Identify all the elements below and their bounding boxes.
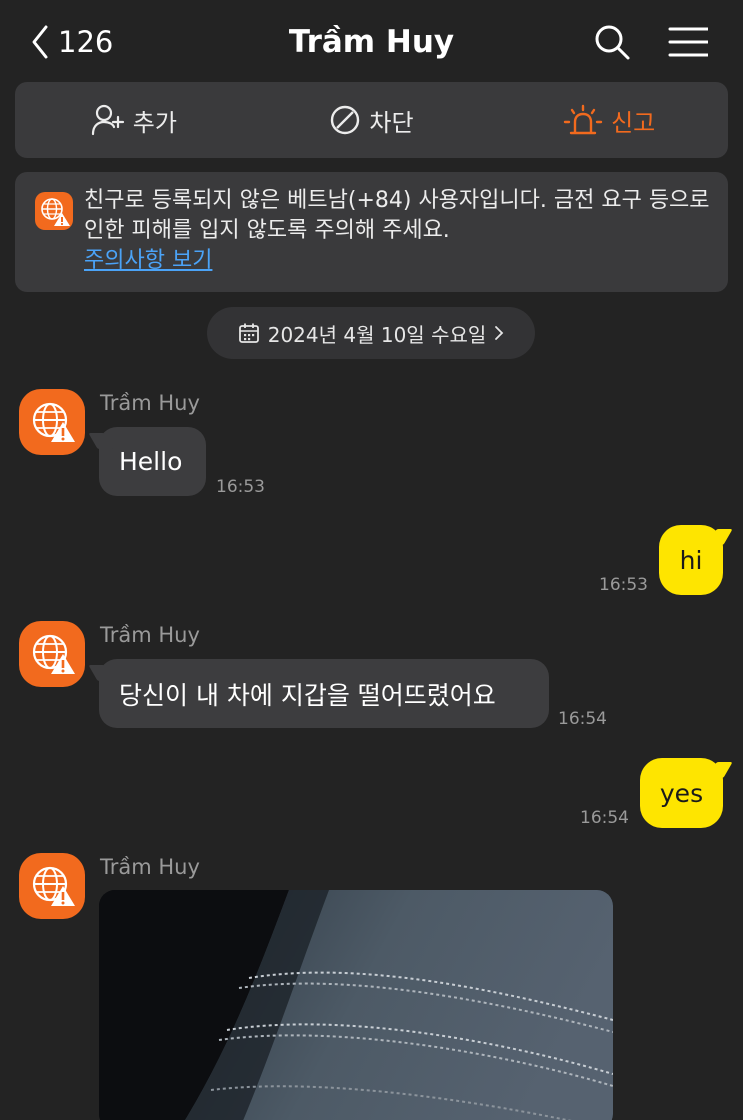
sender-avatar[interactable] [19, 621, 85, 687]
report-button[interactable]: 신고 [490, 82, 728, 158]
chat-header: 126 Trầm Huy [0, 0, 743, 82]
block-label: 차단 [369, 108, 414, 137]
globe-warning-icon [32, 634, 75, 674]
message-time: 16:54 [558, 709, 607, 729]
car-seat-photo [99, 890, 613, 1120]
search-icon [595, 25, 630, 60]
globe-warning-icon [32, 402, 75, 442]
message-text: yes [659, 778, 704, 808]
globe-warning-icon [32, 866, 75, 906]
friend-action-bar: 추가 차단 신고 [15, 82, 728, 158]
sender-name: Trầm Huy [100, 855, 200, 879]
message-time: 16:53 [599, 575, 648, 595]
message-time: 16:54 [580, 808, 629, 828]
block-button[interactable]: 차단 [253, 82, 491, 158]
notice-text-block: 친구로 등록되지 않은 베트남(+84) 사용자입니다. 금전 요구 등으로 인… [84, 186, 714, 276]
sender-name: Trầm Huy [100, 623, 200, 647]
hamburger-menu-icon [668, 27, 710, 57]
globe-warning-icon [35, 192, 73, 230]
search-button[interactable] [592, 22, 632, 62]
message-text: hi [679, 545, 703, 575]
outgoing-message-bubble[interactable]: hi [659, 525, 723, 595]
sender-avatar[interactable] [19, 853, 85, 919]
report-label: 신고 [611, 108, 656, 137]
sender-avatar[interactable] [19, 389, 85, 455]
message-time: 16:53 [216, 477, 265, 497]
incoming-message-bubble[interactable]: 당신이 내 차에 지갑을 떨어뜨렸어요 [99, 659, 549, 728]
stranger-warning-notice: 친구로 등록되지 않은 베트남(+84) 사용자입니다. 금전 요구 등으로 인… [15, 172, 728, 292]
view-precautions-link[interactable]: 주의사항 보기 [84, 246, 212, 276]
calendar-icon [238, 323, 259, 343]
message-text: 당신이 내 차에 지갑을 떨어뜨렸어요 [119, 680, 496, 710]
menu-button[interactable] [668, 22, 710, 62]
add-friend-label: 추가 [132, 108, 177, 137]
person-add-icon [91, 104, 124, 136]
block-icon [331, 105, 360, 135]
add-friend-button[interactable]: 추가 [15, 82, 253, 158]
image-message[interactable] [99, 890, 613, 1120]
message-text: Hello [119, 447, 183, 476]
incoming-message-bubble[interactable]: Hello [99, 427, 206, 496]
outgoing-message-bubble[interactable]: yes [640, 758, 723, 828]
notice-message: 친구로 등록되지 않은 베트남(+84) 사용자입니다. 금전 요구 등으로 인… [84, 188, 710, 243]
chevron-right-icon [495, 326, 504, 340]
siren-icon [563, 104, 603, 135]
date-label: 2024년 4월 10일 수요일 [267, 322, 487, 347]
date-divider[interactable]: 2024년 4월 10일 수요일 [207, 307, 535, 359]
sender-name: Trầm Huy [100, 391, 200, 415]
